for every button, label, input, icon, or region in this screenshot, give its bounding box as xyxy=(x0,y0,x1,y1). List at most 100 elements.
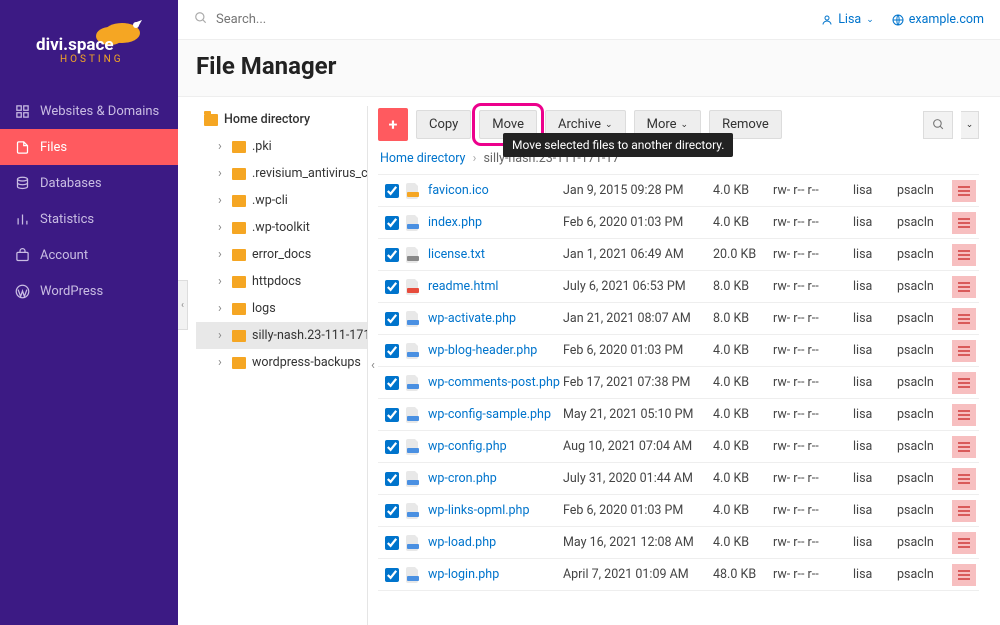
nav-item-files[interactable]: Files xyxy=(0,129,178,165)
file-name[interactable]: wp-login.php xyxy=(428,567,499,582)
tree-item[interactable]: ›error_docs xyxy=(196,241,367,268)
tree-label: silly-nash.23-111-171-17 xyxy=(252,328,367,343)
domain-link[interactable]: example.com xyxy=(892,12,984,27)
chevron-right-icon: › xyxy=(218,220,226,235)
tree-item[interactable]: ›logs xyxy=(196,295,367,322)
row-menu-button[interactable] xyxy=(952,436,976,458)
tree-collapse-handle[interactable]: ‹ xyxy=(368,106,378,625)
row-checkbox[interactable] xyxy=(385,472,399,486)
file-size: 4.0 KB xyxy=(713,535,773,550)
row-menu-button[interactable] xyxy=(952,404,976,426)
svg-text:HOSTING: HOSTING xyxy=(60,54,124,65)
row-checkbox[interactable] xyxy=(385,216,399,230)
nav-item-websites-domains[interactable]: Websites & Domains xyxy=(0,93,178,129)
file-name[interactable]: wp-activate.php xyxy=(428,311,516,326)
row-checkbox[interactable] xyxy=(385,536,399,550)
row-checkbox[interactable] xyxy=(385,408,399,422)
row-checkbox[interactable] xyxy=(385,248,399,262)
file-permissions: rw- r-- r-- xyxy=(773,343,853,358)
file-row: wp-config.phpAug 10, 2021 07:04 AM4.0 KB… xyxy=(378,431,979,463)
add-button[interactable]: + xyxy=(378,108,408,141)
row-menu-button[interactable] xyxy=(952,276,976,298)
file-permissions: rw- r-- r-- xyxy=(773,311,853,326)
row-checkbox[interactable] xyxy=(385,504,399,518)
file-name[interactable]: wp-config-sample.php xyxy=(428,407,551,422)
row-checkbox[interactable] xyxy=(385,344,399,358)
tree-item[interactable]: ›.pki xyxy=(196,133,367,160)
file-group: psacln xyxy=(897,311,949,326)
tree-item[interactable]: › .wp-cli xyxy=(196,187,367,214)
file-permissions: rw- r-- r-- xyxy=(773,183,853,198)
nav-item-account[interactable]: Account xyxy=(0,237,178,273)
file-permissions: rw- r-- r-- xyxy=(773,407,853,422)
row-checkbox[interactable] xyxy=(385,312,399,326)
files-icon xyxy=(14,139,30,155)
row-checkbox[interactable] xyxy=(385,376,399,390)
nav-item-databases[interactable]: Databases xyxy=(0,165,178,201)
row-checkbox[interactable] xyxy=(385,184,399,198)
folder-icon xyxy=(232,330,246,342)
folder-icon xyxy=(232,303,246,315)
file-icon xyxy=(406,503,420,519)
user-menu[interactable]: Lisa ⌄ xyxy=(821,12,874,27)
row-menu-button[interactable] xyxy=(952,372,976,394)
tree-label: logs xyxy=(252,301,276,316)
row-checkbox[interactable] xyxy=(385,568,399,582)
copy-button[interactable]: Copy xyxy=(416,110,471,139)
tree-item[interactable]: ›wordpress-backups xyxy=(196,349,367,376)
file-search-dropdown[interactable]: ⌄ xyxy=(961,111,979,139)
file-name[interactable]: wp-comments-post.php xyxy=(428,375,560,390)
tree-item[interactable]: ›silly-nash.23-111-171-17 xyxy=(196,322,367,349)
row-menu-button[interactable] xyxy=(952,564,976,586)
chevron-right-icon: › xyxy=(218,355,226,370)
tree-label: .wp-cli xyxy=(252,193,288,208)
file-permissions: rw- r-- r-- xyxy=(773,279,853,294)
sidebar-collapse-handle[interactable]: ‹ xyxy=(178,280,188,330)
file-name[interactable]: license.txt xyxy=(428,247,485,262)
file-icon xyxy=(406,279,420,295)
row-checkbox[interactable] xyxy=(385,280,399,294)
row-menu-button[interactable] xyxy=(952,500,976,522)
row-menu-button[interactable] xyxy=(952,180,976,202)
file-name[interactable]: index.php xyxy=(428,215,482,230)
tree-root-label: Home directory xyxy=(224,112,310,127)
row-menu-button[interactable] xyxy=(952,532,976,554)
nav-item-wordpress[interactable]: WordPress xyxy=(0,273,178,309)
file-name[interactable]: wp-cron.php xyxy=(428,471,497,486)
chevron-right-icon: › xyxy=(218,193,226,208)
row-checkbox[interactable] xyxy=(385,440,399,454)
file-group: psacln xyxy=(897,375,949,390)
file-name[interactable]: wp-links-opml.php xyxy=(428,503,529,518)
domain-name: example.com xyxy=(909,12,984,27)
nav-label: Files xyxy=(40,140,67,155)
tree-item[interactable]: ›.wp-toolkit xyxy=(196,214,367,241)
file-group: psacln xyxy=(897,567,949,582)
file-name[interactable]: readme.html xyxy=(428,279,498,294)
file-name[interactable]: favicon.ico xyxy=(428,183,489,198)
file-icon xyxy=(406,375,420,391)
tree-item[interactable]: ›httpdocs xyxy=(196,268,367,295)
tree-root[interactable]: Home directory xyxy=(196,106,367,133)
file-group: psacln xyxy=(897,343,949,358)
file-search-button[interactable] xyxy=(923,111,953,139)
file-size: 4.0 KB xyxy=(713,215,773,230)
folder-icon xyxy=(232,222,246,234)
row-menu-button[interactable] xyxy=(952,308,976,330)
nav-item-statistics[interactable]: Statistics xyxy=(0,201,178,237)
row-menu-button[interactable] xyxy=(952,244,976,266)
file-permissions: rw- r-- r-- xyxy=(773,535,853,550)
nav-label: Websites & Domains xyxy=(40,104,159,119)
file-group: psacln xyxy=(897,247,949,262)
search-input[interactable] xyxy=(216,12,416,27)
breadcrumb-root[interactable]: Home directory xyxy=(380,151,465,166)
file-row: index.phpFeb 6, 2020 01:03 PM4.0 KBrw- r… xyxy=(378,207,979,239)
file-name[interactable]: wp-blog-header.php xyxy=(428,343,537,358)
file-name[interactable]: wp-config.php xyxy=(428,439,507,454)
row-menu-button[interactable] xyxy=(952,340,976,362)
tree-item[interactable]: ›.revisium_antivirus_cache xyxy=(196,160,367,187)
file-name[interactable]: wp-load.php xyxy=(428,535,496,550)
file-permissions: rw- r-- r-- xyxy=(773,439,853,454)
row-menu-button[interactable] xyxy=(952,212,976,234)
row-menu-button[interactable] xyxy=(952,468,976,490)
file-row: readme.htmlJuly 6, 2021 06:53 PM8.0 KBrw… xyxy=(378,271,979,303)
